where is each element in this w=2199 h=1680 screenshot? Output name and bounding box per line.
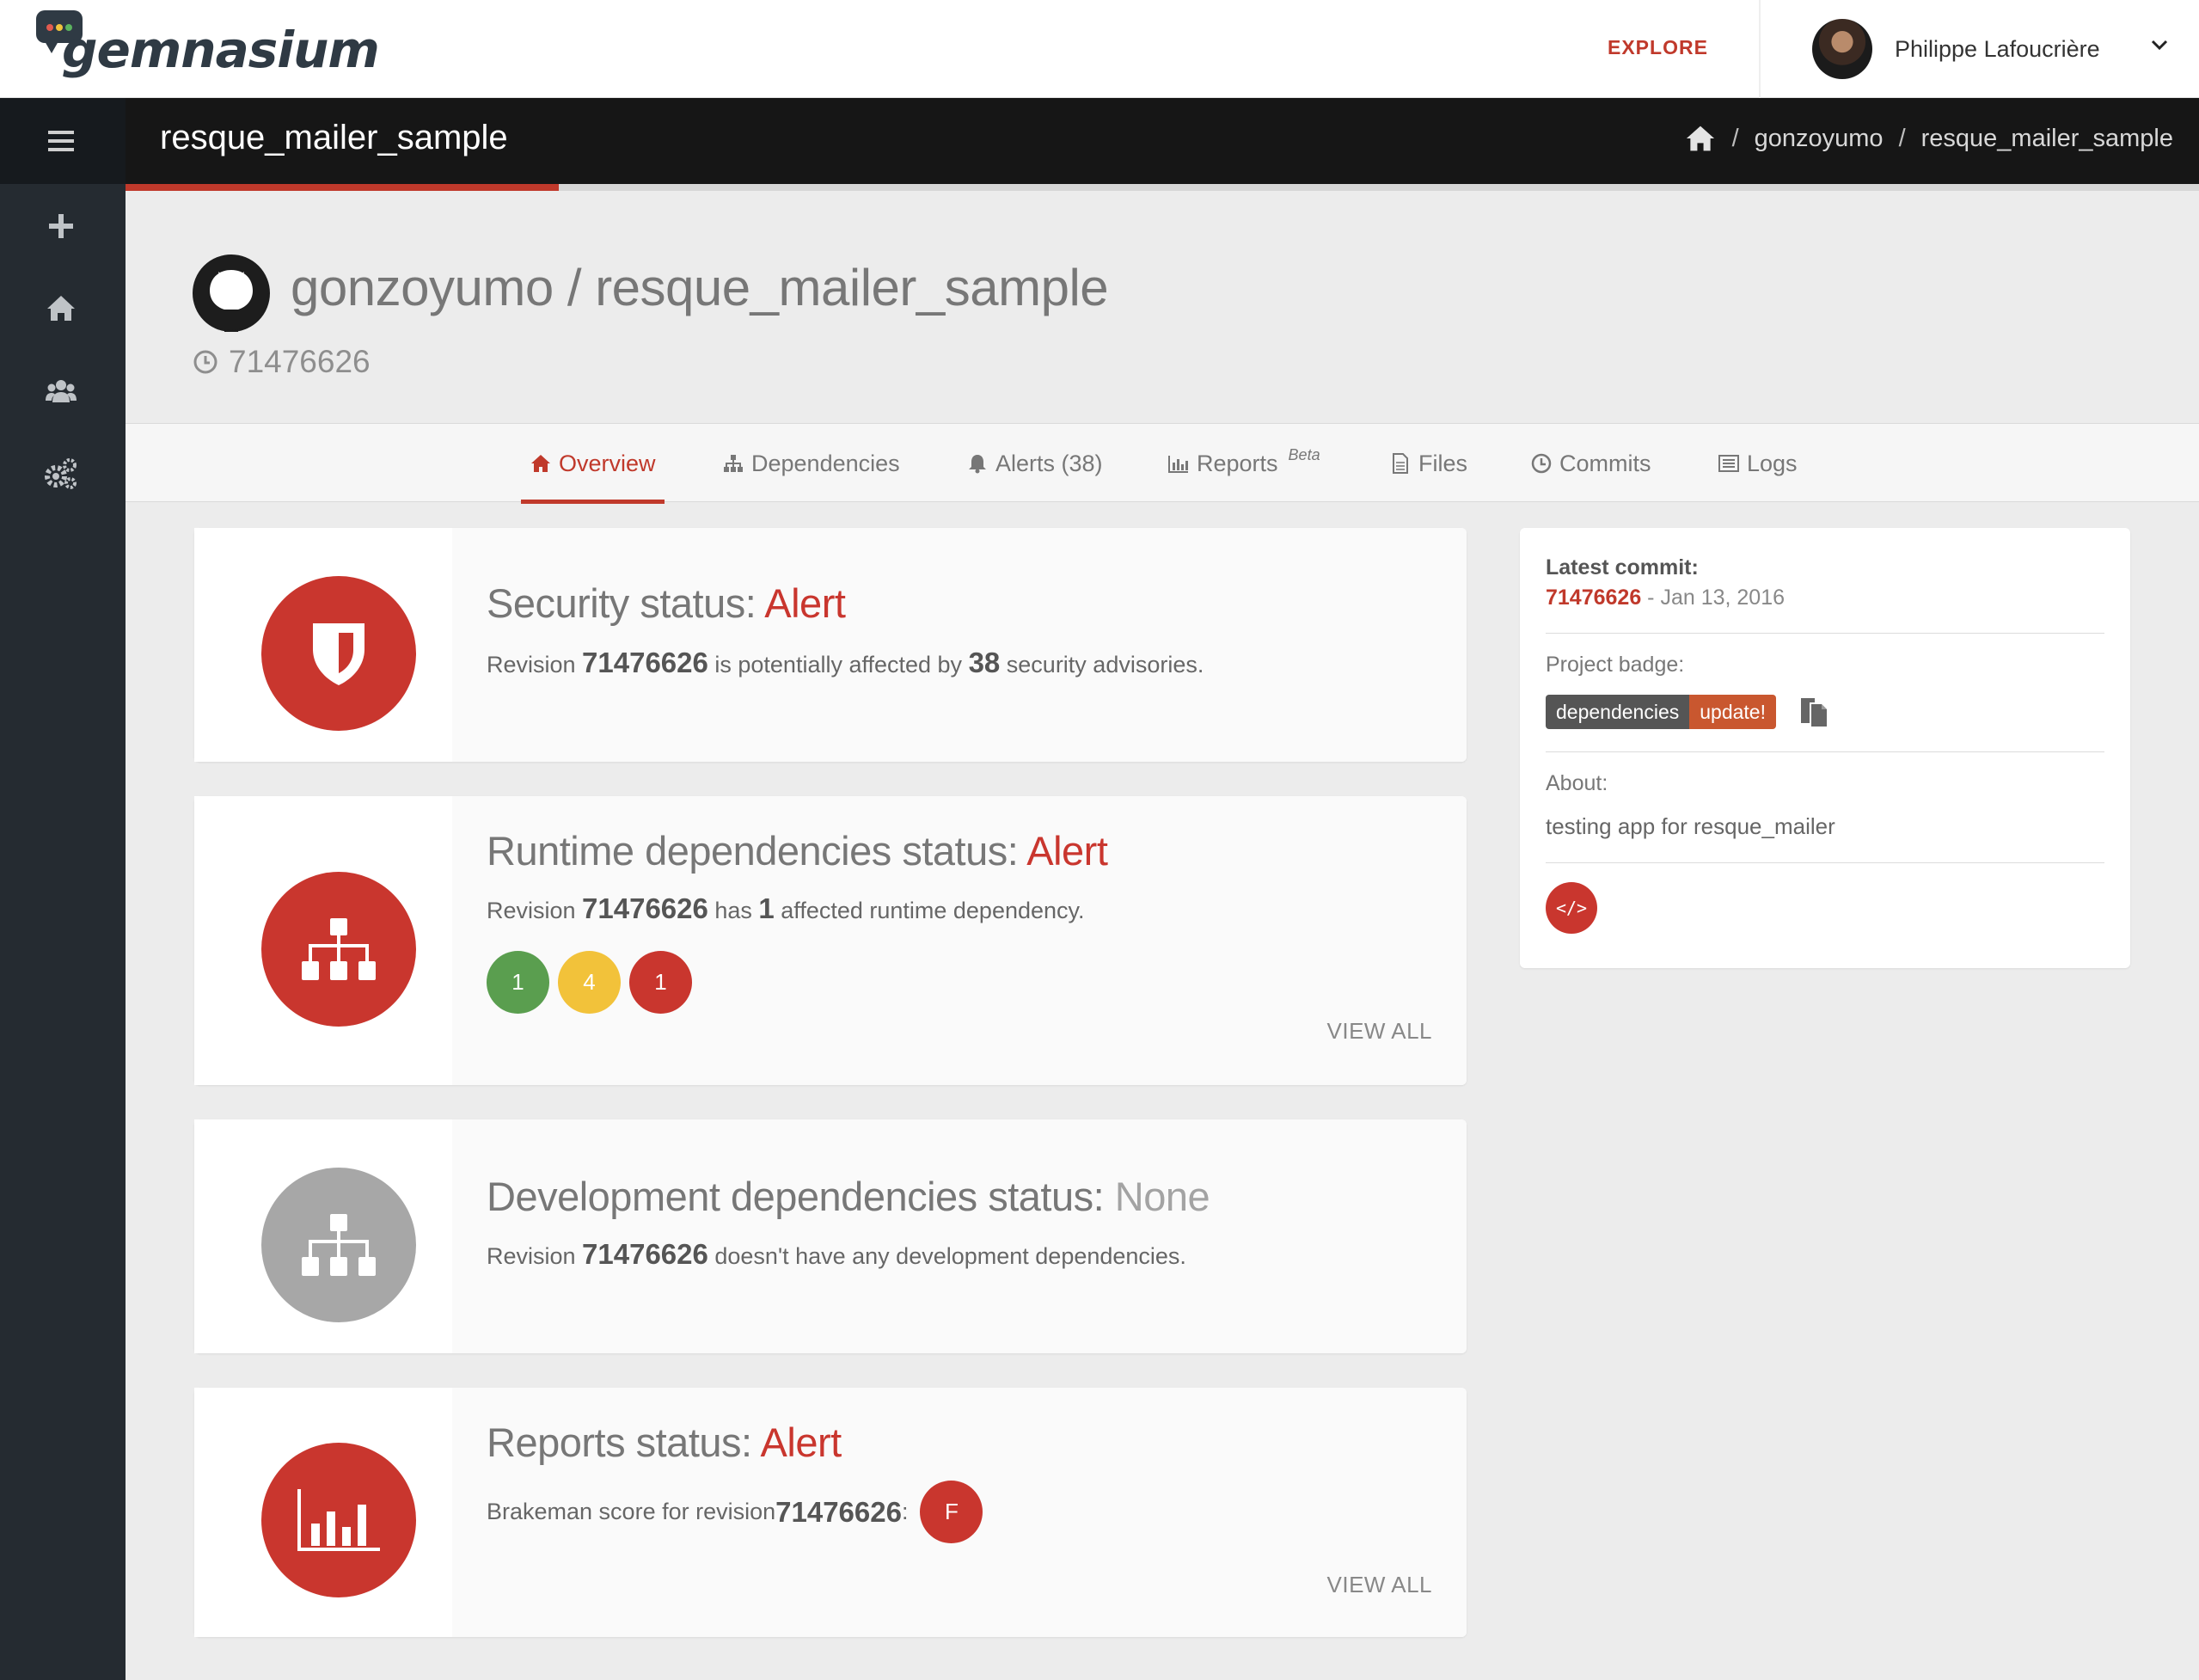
- project-titlebar: resque_mailer_sample / gonzoyumo / resqu…: [126, 98, 2199, 191]
- settings-gears-icon[interactable]: [43, 456, 79, 492]
- project-tabs: Overview Dependencies Alerts (38) Report…: [126, 423, 2199, 504]
- runtime-view-all-link[interactable]: VIEW ALL: [1327, 1018, 1433, 1045]
- tab-commits[interactable]: Commits: [1530, 424, 1651, 503]
- sitemap-icon: [724, 455, 743, 472]
- navbar-divider: [1759, 0, 1761, 98]
- dependency-badge[interactable]: dependencies update!: [1546, 695, 1776, 729]
- list-icon: [1718, 455, 1739, 472]
- reports-status-card: Reports status: Alert Brakeman score for…: [194, 1388, 1467, 1637]
- outdated-count-badge[interactable]: 4: [558, 951, 621, 1014]
- sitemap-icon: [302, 1214, 376, 1276]
- reports-status-value: Alert: [760, 1419, 842, 1465]
- divider: [1546, 751, 2104, 752]
- revision-sha: 71476626: [229, 344, 371, 379]
- brakeman-score-badge[interactable]: F: [920, 1481, 983, 1543]
- security-status-value: Alert: [764, 580, 846, 626]
- explore-link[interactable]: EXPLORE: [1608, 36, 1708, 59]
- project-badge-row: dependencies update!: [1546, 695, 2104, 729]
- tab-files[interactable]: Files: [1389, 424, 1467, 503]
- breadcrumb-project[interactable]: resque_mailer_sample: [1921, 125, 2173, 153]
- vulnerable-count-badge[interactable]: 1: [629, 951, 692, 1014]
- project-badge-label: Project badge:: [1546, 653, 1685, 677]
- sitemap-icon: [302, 918, 376, 980]
- copy-icon[interactable]: [1798, 696, 1829, 728]
- security-status-card: Security status: Alert Revision 71476626…: [194, 528, 1467, 762]
- sidebar-toggle[interactable]: [0, 98, 126, 184]
- breadcrumb: / gonzoyumo / resque_mailer_sample: [1684, 124, 2173, 153]
- runtime-status-text: Revision 71476626 has 1 affected runtime…: [487, 892, 1085, 924]
- home-icon[interactable]: [43, 291, 79, 327]
- development-status-title: Development dependencies status: None: [487, 1174, 1210, 1219]
- project-name: resque_mailer_sample: [160, 119, 508, 156]
- development-dependencies-card: Development dependencies status: None Re…: [194, 1119, 1467, 1353]
- security-status-circle: [261, 576, 416, 731]
- divider: [1546, 633, 2104, 634]
- security-status-title: Security status: Alert: [487, 580, 846, 626]
- tab-logs[interactable]: Logs: [1718, 424, 1798, 503]
- reports-view-all-link[interactable]: VIEW ALL: [1327, 1572, 1433, 1598]
- revision-line: 71476626: [193, 344, 371, 380]
- latest-commit: 71476626 - Jan 13, 2016: [1546, 586, 2104, 610]
- breadcrumb-home-icon[interactable]: [1684, 124, 1717, 153]
- left-sidebar: [0, 98, 126, 1680]
- latest-commit-label: Latest commit:: [1546, 555, 1699, 579]
- file-icon: [1393, 453, 1408, 474]
- top-navbar: gemnasium EXPLORE Philippe Lafoucrière: [0, 0, 2199, 98]
- about-text: testing app for resque_mailer: [1546, 813, 1835, 839]
- development-status-text: Revision 71476626 doesn't have any devel…: [487, 1238, 1186, 1270]
- chevron-down-icon[interactable]: [2149, 34, 2170, 55]
- project-info-panel: Latest commit: 71476626 - Jan 13, 2016 P…: [1520, 528, 2130, 968]
- clock-icon: [1531, 453, 1552, 474]
- runtime-status-circle: [261, 872, 416, 1027]
- logo-text: gemnasium: [62, 21, 380, 79]
- embed-code-button[interactable]: </>: [1546, 882, 1597, 934]
- runtime-status-value: Alert: [1026, 828, 1108, 874]
- runtime-dependencies-card: Runtime dependencies status: Alert Revis…: [194, 796, 1467, 1085]
- shield-icon: [313, 623, 364, 685]
- tab-reports[interactable]: Reports Beta: [1167, 424, 1320, 503]
- dependency-counts: 1 4 1: [487, 951, 692, 1014]
- bar-chart-icon: [297, 1489, 380, 1551]
- github-icon: [193, 254, 270, 332]
- titlebar-progress-bar: [126, 184, 559, 191]
- development-status-value: None: [1114, 1174, 1210, 1219]
- tab-overview[interactable]: Overview: [521, 424, 665, 504]
- development-status-circle: [261, 1168, 416, 1322]
- gemnasium-logo[interactable]: gemnasium: [36, 9, 380, 90]
- tab-alerts[interactable]: Alerts (38): [966, 424, 1103, 503]
- users-icon[interactable]: [43, 373, 79, 409]
- latest-commit-sha[interactable]: 71476626: [1546, 586, 1641, 610]
- repo-header: gonzoyumo / resque_mailer_sample 7147662…: [193, 254, 1568, 383]
- runtime-status-title: Runtime dependencies status: Alert: [487, 828, 1108, 874]
- repo-title: gonzoyumo / resque_mailer_sample: [291, 259, 1109, 316]
- clock-icon: [193, 350, 217, 374]
- up-to-date-count-badge[interactable]: 1: [487, 951, 549, 1014]
- reports-status-circle: [261, 1443, 416, 1597]
- about-label: About:: [1546, 771, 1608, 795]
- tab-dependencies[interactable]: Dependencies: [722, 424, 900, 503]
- hamburger-menu-icon[interactable]: [43, 123, 79, 159]
- breadcrumb-owner[interactable]: gonzoyumo: [1755, 125, 1884, 153]
- reports-status-text: Brakeman score for revision 71476626: F: [487, 1481, 983, 1543]
- security-status-text: Revision 71476626 is potentially affecte…: [487, 647, 1204, 678]
- home-icon: [531, 455, 550, 472]
- reports-status-title: Reports status: Alert: [487, 1419, 842, 1465]
- latest-commit-date: - Jan 13, 2016: [1641, 586, 1786, 610]
- bell-icon: [969, 455, 986, 474]
- user-name[interactable]: Philippe Lafoucrière: [1895, 36, 2100, 63]
- bar-chart-icon: [1168, 456, 1188, 473]
- add-icon[interactable]: [43, 208, 79, 244]
- user-avatar[interactable]: [1812, 19, 1872, 79]
- divider: [1546, 862, 2104, 863]
